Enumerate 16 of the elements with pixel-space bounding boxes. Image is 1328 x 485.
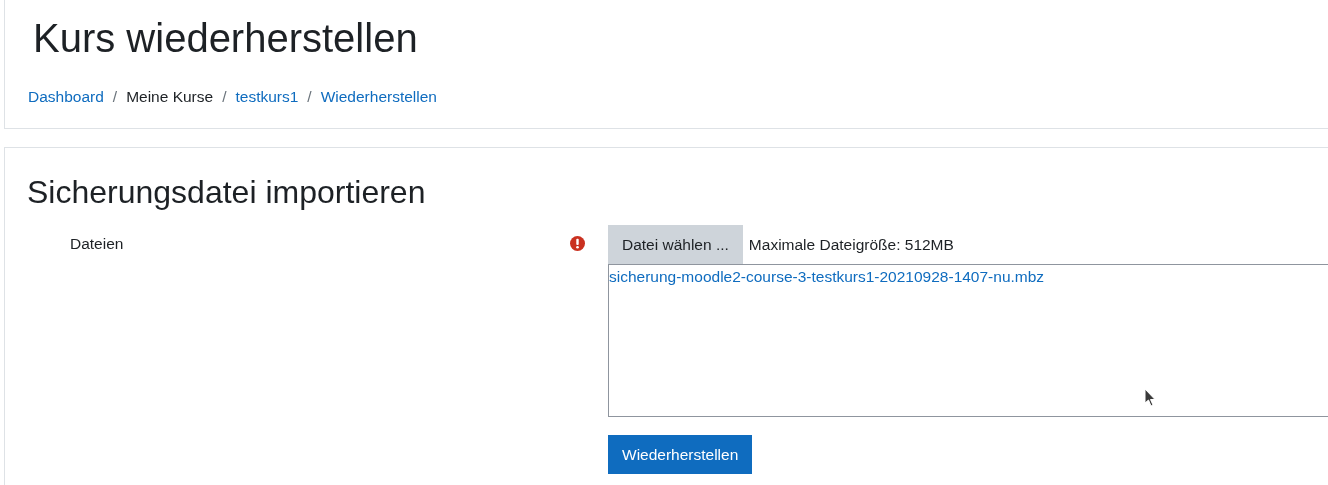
breadcrumb-separator: / — [222, 88, 227, 106]
page-title: Kurs wiederherstellen — [33, 16, 419, 60]
file-link[interactable]: sicherung-moodle2-course-3-testkurs1-20210928-1407-nu.mbz — [609, 268, 1045, 285]
breadcrumb-link[interactable]: Dashboard — [28, 88, 104, 106]
max-size-text: Maximale Dateigröße: 512MB — [748, 235, 954, 254]
breadcrumb-link[interactable]: testkurs1 — [235, 88, 299, 106]
breadcrumb-link[interactable]: Wiederherstellen — [320, 88, 437, 106]
breadcrumb-separator: / — [112, 88, 118, 106]
choose-file-button[interactable]: Datei wählen ... — [608, 225, 743, 264]
section-title: Sicherungsdatei importieren — [27, 173, 427, 211]
breadcrumb-separator: / — [307, 88, 312, 106]
cursor-icon — [1144, 388, 1157, 408]
breadcrumb-item: Meine Kurse — [126, 88, 214, 106]
file-drop-area[interactable]: sicherung-moodle2-course-3-testkurs1-20210928-1407-nu.mbz — [608, 264, 1328, 417]
field-label: Dateien — [70, 235, 124, 252]
restore-button[interactable]: Wiederherstellen — [608, 435, 753, 474]
